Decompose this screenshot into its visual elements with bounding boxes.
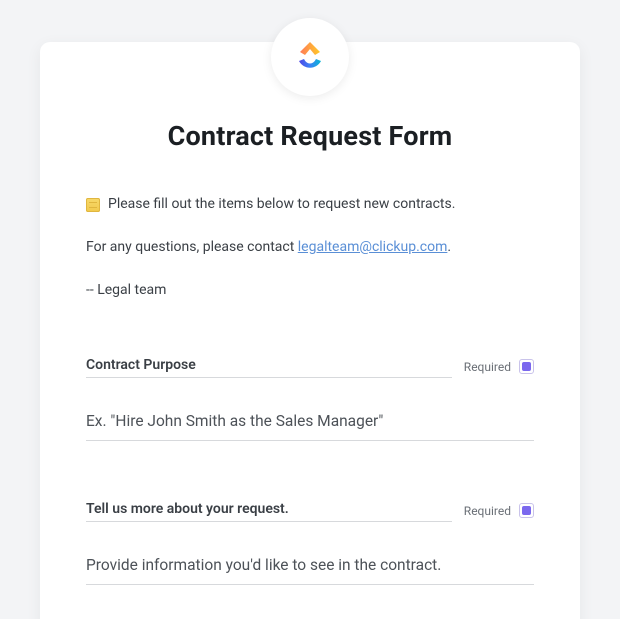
contract-purpose-input[interactable] (86, 408, 534, 441)
contact-prefix: For any questions, please contact (86, 239, 298, 255)
required-text: Required (464, 360, 511, 374)
intro-text-1: Please fill out the items below to reque… (108, 194, 455, 215)
form-title: Contract Request Form (86, 120, 534, 152)
intro-line-2: For any questions, please contact legalt… (86, 237, 534, 258)
field-label-wrap: Contract Purpose (86, 357, 452, 378)
required-indicator: Required (464, 359, 534, 378)
page-background: Contract Request Form Please fill out th… (0, 0, 620, 619)
field-request-details: Tell us more about your request. Require… (86, 501, 534, 585)
contact-suffix: . (447, 239, 451, 255)
intro-line-1: Please fill out the items below to reque… (86, 194, 534, 215)
field-label: Contract Purpose (86, 357, 452, 373)
field-label: Tell us more about your request. (86, 501, 452, 517)
field-label-wrap: Tell us more about your request. (86, 501, 452, 522)
request-details-input[interactable] (86, 552, 534, 585)
field-contract-purpose: Contract Purpose Required (86, 357, 534, 441)
required-checkbox[interactable] (519, 503, 534, 518)
intro-signoff: -- Legal team (86, 280, 534, 301)
required-text: Required (464, 504, 511, 518)
logo-badge (271, 18, 349, 96)
required-checkbox[interactable] (519, 359, 534, 374)
required-indicator: Required (464, 503, 534, 522)
required-check-fill (522, 362, 531, 371)
field-header: Contract Purpose Required (86, 357, 534, 378)
note-icon (86, 198, 100, 212)
clickup-logo-icon (290, 37, 330, 77)
field-header: Tell us more about your request. Require… (86, 501, 534, 522)
required-check-fill (522, 506, 531, 515)
contact-email-link[interactable]: legalteam@clickup.com (298, 239, 448, 255)
form-card: Contract Request Form Please fill out th… (40, 42, 580, 619)
form-intro: Please fill out the items below to reque… (86, 194, 534, 301)
